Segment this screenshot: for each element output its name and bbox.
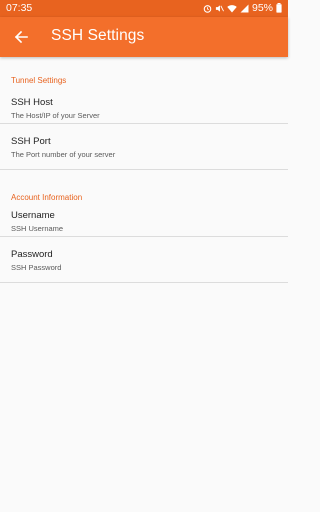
alarm-icon (203, 4, 212, 13)
status-time: 07:35 (6, 2, 33, 14)
pref-ssh-host[interactable]: SSH Host The Host/IP of your Server (0, 85, 288, 124)
pref-password[interactable]: Password SSH Password (0, 237, 288, 283)
app-bar: SSH Settings (0, 17, 288, 57)
pref-summary: The Port number of your server (11, 150, 116, 159)
settings-list: Tunnel Settings SSH Host The Host/IP of … (0, 57, 288, 283)
pref-summary: The Host/IP of your Server (11, 111, 100, 120)
pref-summary: SSH Password (11, 263, 62, 272)
pref-username[interactable]: Username SSH Username (0, 204, 288, 237)
pref-summary: SSH Username (11, 224, 64, 233)
pref-title: SSH Port (11, 136, 51, 147)
wifi-icon (227, 4, 237, 13)
mute-icon (215, 4, 224, 13)
battery-icon (276, 3, 282, 13)
status-bar: 07:35 95% (0, 0, 288, 17)
pref-title: SSH Host (11, 97, 53, 108)
battery-percent: 95% (251, 2, 273, 14)
signal-icon (240, 4, 249, 13)
pref-title: Password (11, 249, 53, 260)
arrow-left-icon[interactable] (10, 26, 32, 48)
pref-ssh-port[interactable]: SSH Port The Port number of your server (0, 124, 288, 170)
status-icons: 95% (203, 2, 282, 14)
page-title: SSH Settings (51, 27, 145, 44)
pref-title: Username (11, 210, 55, 221)
section-header-tunnel: Tunnel Settings (11, 76, 67, 85)
section-header-account: Account Information (11, 193, 83, 202)
